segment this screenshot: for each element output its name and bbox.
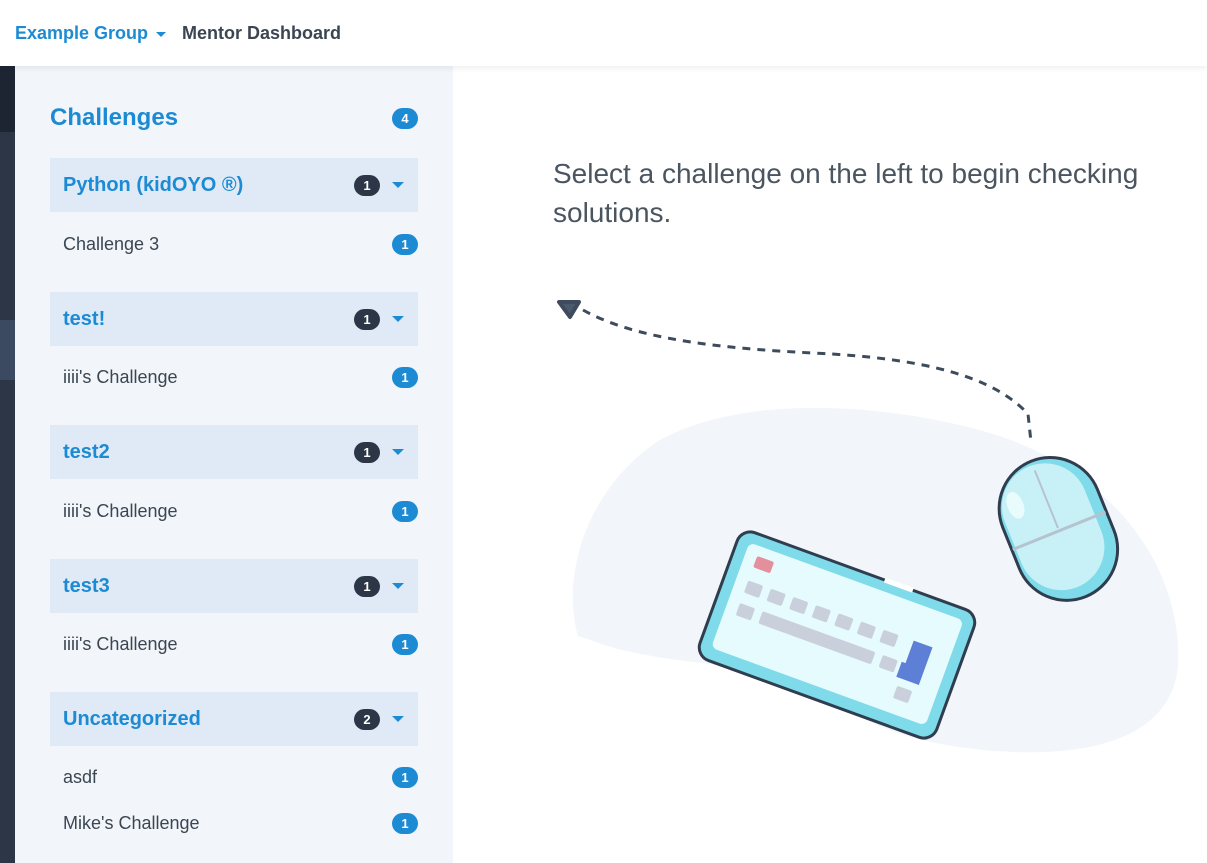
- category-name: test3: [63, 574, 110, 597]
- category-header[interactable]: test3 1: [50, 559, 418, 613]
- challenge-label: asdf: [63, 766, 98, 787]
- chevron-down-icon[interactable]: [392, 583, 404, 589]
- challenge-item[interactable]: asdf 1: [50, 760, 418, 794]
- caret-down-icon: [156, 31, 167, 37]
- chevron-down-icon[interactable]: [392, 449, 404, 455]
- category-header[interactable]: test! 1: [50, 292, 418, 346]
- chevron-down-icon[interactable]: [392, 316, 404, 322]
- challenge-label: iiii's Challenge: [63, 366, 178, 387]
- category-header[interactable]: Uncategorized 2: [50, 692, 418, 746]
- group-name: Example Group: [15, 22, 149, 43]
- challenge-label: iiii's Challenge: [63, 500, 178, 521]
- category-count-badge: 1: [354, 308, 380, 330]
- empty-state-illustration: [557, 300, 1179, 753]
- challenge-label: Challenge 3: [63, 233, 160, 254]
- cursor-icon: [557, 300, 581, 319]
- category-count-badge: 1: [354, 441, 380, 463]
- category-count-badge: 2: [354, 708, 380, 730]
- top-bar: Example Group Mentor Dashboard: [0, 0, 1207, 66]
- category-name: Python (kidOYO ®): [63, 173, 244, 196]
- challenge-label: Mike's Challenge: [63, 812, 200, 833]
- group-selector[interactable]: Example Group: [15, 22, 167, 44]
- category-name: test!: [63, 307, 106, 330]
- sidebar-header: Challenges 4: [50, 102, 418, 134]
- category-count-badge: 1: [354, 575, 380, 597]
- category-header[interactable]: Python (kidOYO ®) 1: [50, 158, 418, 212]
- chevron-down-icon[interactable]: [392, 182, 404, 188]
- page-title: Mentor Dashboard: [182, 22, 342, 43]
- category-header[interactable]: test2 1: [50, 425, 418, 479]
- category-name: test2: [63, 440, 110, 463]
- challenges-sidebar: Challenges 4 Python (kidOYO ®) 1 Challen…: [15, 66, 453, 863]
- challenge-count-badge: 1: [392, 766, 418, 788]
- challenge-count-badge: 1: [392, 233, 418, 255]
- challenge-count-badge: 1: [392, 366, 418, 388]
- challenge-count-badge: 1: [392, 812, 418, 834]
- challenge-item[interactable]: Mike's Challenge 1: [50, 806, 418, 840]
- category-name: Uncategorized: [63, 707, 201, 730]
- sidebar-title: Challenges: [50, 104, 179, 131]
- challenge-item[interactable]: Challenge 3 1: [50, 227, 418, 261]
- challenge-label: iiii's Challenge: [63, 633, 178, 654]
- challenge-item[interactable]: iiii's Challenge 1: [50, 360, 418, 394]
- main-panel: Select a challenge on the left to begin …: [453, 66, 1207, 863]
- challenge-count-badge: 1: [392, 500, 418, 522]
- challenge-item[interactable]: iiii's Challenge 1: [50, 494, 418, 528]
- nav-rail-top: [0, 66, 15, 132]
- nav-rail: [0, 66, 15, 863]
- challenge-item[interactable]: iiii's Challenge 1: [50, 627, 418, 661]
- total-count-badge: 4: [392, 107, 418, 129]
- challenge-count-badge: 1: [392, 633, 418, 655]
- chevron-down-icon[interactable]: [392, 716, 404, 722]
- category-count-badge: 1: [354, 174, 380, 196]
- nav-rail-active-item[interactable]: [0, 320, 15, 380]
